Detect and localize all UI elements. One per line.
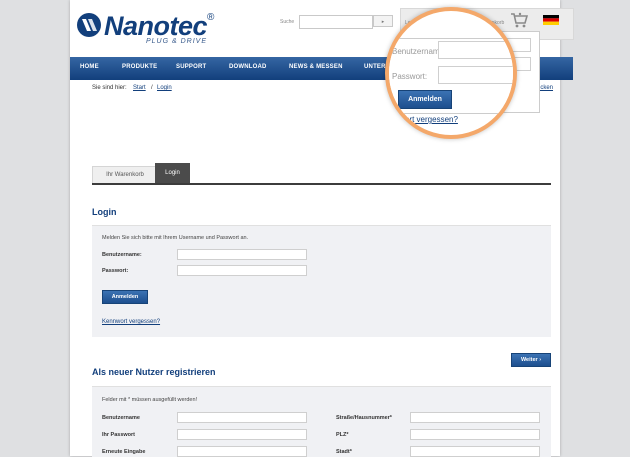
tab-login[interactable]: Login (155, 163, 190, 184)
nav-item-home[interactable]: HOME (80, 64, 99, 70)
login-submit-button[interactable]: Anmelden (102, 290, 148, 304)
next-button[interactable]: Weiter › (511, 353, 551, 367)
required-note: Felder mit * müssen ausgefüllt werden! (102, 397, 198, 403)
reg-password-label: Ihr Passwort (102, 432, 136, 438)
username-input[interactable] (177, 249, 307, 260)
password-label: Passwort: (102, 268, 129, 274)
zoom-username-label: Benutzername (392, 47, 445, 56)
zoom-password-input[interactable] (438, 66, 513, 84)
login-panel (92, 225, 551, 337)
german-flag-icon[interactable] (543, 15, 559, 25)
reg-street-input[interactable] (410, 412, 540, 423)
nav-item-produkte[interactable]: PRODUKTE (122, 64, 157, 70)
search-button[interactable]: ▸ (373, 15, 393, 27)
reg-username-input[interactable] (177, 412, 307, 423)
search-input[interactable] (299, 15, 373, 29)
register-heading: Als neuer Nutzer registrieren (92, 367, 216, 377)
nav-item-download[interactable]: DOWNLOAD (229, 64, 267, 70)
nav-item-support[interactable]: SUPPORT (176, 64, 206, 70)
tab-divider (92, 183, 551, 185)
reg-zip-input[interactable] (410, 429, 540, 440)
forgot-password-link[interactable]: Kennwort vergessen? (102, 319, 160, 325)
nav-item-news-messen[interactable]: NEWS & MESSEN (289, 64, 343, 70)
breadcrumb-label: Sie sind hier: (92, 85, 127, 91)
breadcrumb-separator: / (151, 85, 153, 91)
zoom-magnifier: Benutzername Passwort: Anmelden ort verg… (385, 7, 517, 139)
nanotec-logo-icon[interactable] (76, 12, 102, 38)
password-input[interactable] (177, 265, 307, 276)
reg-zip-label: PLZ* (336, 432, 349, 438)
reg-city-label: Stadt* (336, 449, 352, 455)
reg-city-input[interactable] (410, 446, 540, 457)
reg-password-repeat-label: Erneute Eingabe (102, 449, 146, 455)
zoom-username-input[interactable] (438, 41, 513, 59)
logo-registered-mark: ® (207, 12, 215, 23)
search-label: Suche (280, 19, 295, 25)
reg-password-input[interactable] (177, 429, 307, 440)
logo-tagline: PLUG & DRIVE (146, 38, 208, 45)
breadcrumb-login[interactable]: Login (157, 85, 172, 91)
login-heading: Login (92, 207, 117, 217)
login-intro: Melden Sie sich bitte mit Ihrem Username… (102, 235, 249, 241)
reg-username-label: Benutzername (102, 415, 140, 421)
zoom-forgot-link[interactable]: ort vergessen? (405, 115, 458, 124)
zoom-password-label: Passwort: (392, 72, 428, 81)
reg-password-repeat-input[interactable] (177, 446, 307, 457)
reg-street-label: Straße/Hausnummer* (336, 415, 392, 421)
cart-icon[interactable] (510, 12, 528, 28)
logo-text[interactable]: Nanotec (104, 11, 208, 41)
username-label: Benutzername: (102, 252, 142, 258)
breadcrumb-start[interactable]: Start (133, 85, 146, 91)
zoom-submit-button[interactable]: Anmelden (398, 90, 452, 109)
tab-warenkorb[interactable]: Ihr Warenkorb (92, 166, 158, 184)
